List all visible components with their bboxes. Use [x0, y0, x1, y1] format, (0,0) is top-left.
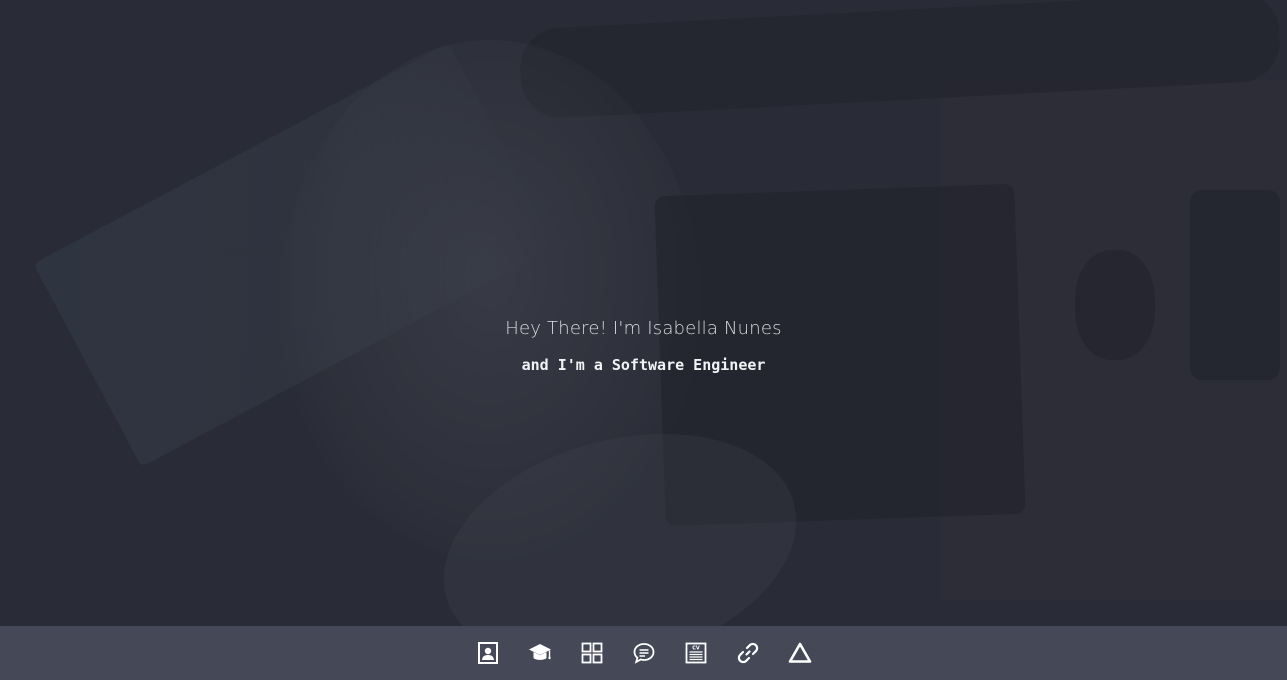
hero-section: Hey There! I'm Isabella Nunes and I'm a …: [0, 0, 1287, 626]
hero-subtitle: and I'm a Software Engineer: [521, 356, 766, 374]
bottom-navbar: CV: [0, 626, 1287, 680]
nav-item-cv[interactable]: CV: [670, 626, 722, 680]
link-icon: [737, 642, 758, 664]
portrait-icon: [477, 642, 498, 664]
nav-item-portfolio[interactable]: [566, 626, 618, 680]
nav-item-about[interactable]: [462, 626, 514, 680]
cv-document-icon: CV: [685, 642, 706, 664]
nav-item-links[interactable]: [722, 626, 774, 680]
grid-icon: [581, 642, 602, 664]
hero-text: Hey There! I'm Isabella Nunes and I'm a …: [0, 317, 1287, 375]
hero-overlay: [0, 0, 1287, 626]
cv-badge: CV: [692, 645, 700, 651]
nav-item-extra[interactable]: [774, 626, 826, 680]
nav-item-education[interactable]: [514, 626, 566, 680]
chat-bubble-icon: [633, 643, 654, 664]
nav-item-contact[interactable]: [618, 626, 670, 680]
graduation-cap-icon: [528, 644, 551, 660]
hero-title: Hey There! I'm Isabella Nunes: [505, 318, 782, 339]
triangle-icon: [788, 642, 811, 663]
